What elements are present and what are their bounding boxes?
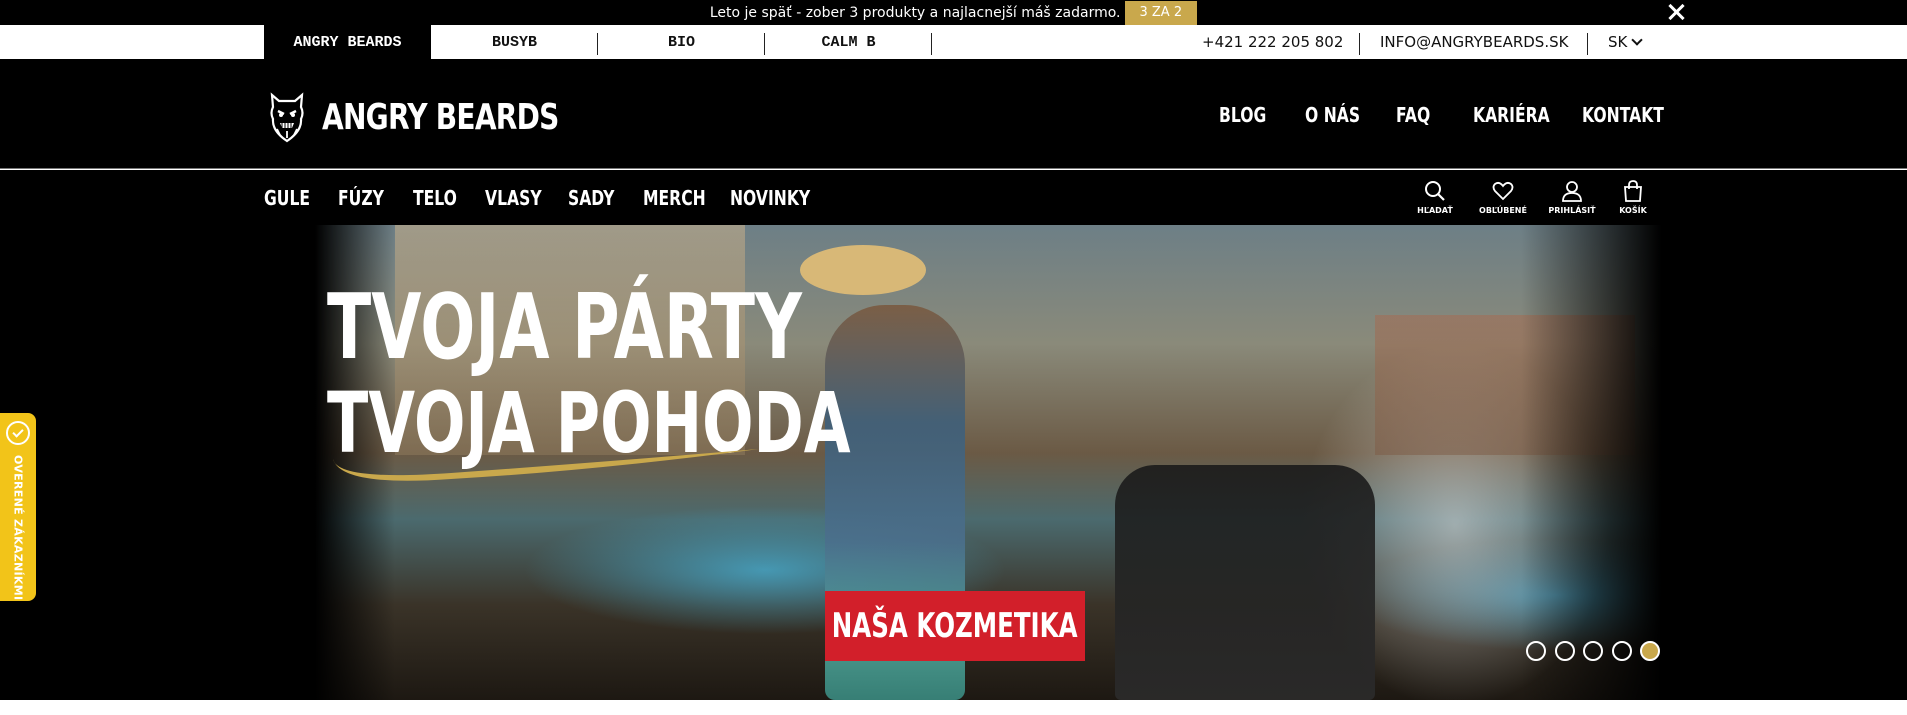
category-telo[interactable]: TELO bbox=[413, 186, 457, 210]
divider bbox=[1587, 33, 1588, 55]
search-icon bbox=[1425, 181, 1445, 201]
cart-label: KOŠÍK bbox=[1619, 206, 1647, 215]
gold-swoosh-decoration bbox=[333, 449, 759, 481]
brand-tab-calm-b[interactable]: CALM B bbox=[765, 25, 932, 59]
language-label: SK bbox=[1608, 33, 1628, 51]
heart-icon bbox=[1492, 181, 1514, 201]
divider bbox=[1359, 33, 1360, 55]
login-label: PRIHLÁSIŤ bbox=[1548, 206, 1596, 215]
favorites-label: OBĽÚBENÉ bbox=[1479, 206, 1527, 215]
logo-text: ANGRY BEARDS bbox=[322, 96, 559, 138]
angry-beard-logo-icon bbox=[270, 92, 304, 143]
brand-tab-angry-beards[interactable]: ANGRY BEARDS bbox=[264, 25, 431, 59]
search-label: HĽADAŤ bbox=[1417, 206, 1453, 215]
brand-tab-bio[interactable]: BIO bbox=[598, 25, 765, 59]
logo[interactable]: ANGRY BEARDS bbox=[268, 91, 625, 143]
category-merch[interactable]: MERCH bbox=[643, 186, 706, 210]
announcement-text: Leto je späť - zober 3 produkty a najlac… bbox=[709, 4, 1121, 21]
category-fuzy[interactable]: FÚZY bbox=[338, 186, 384, 210]
verified-label: OVERENÉ ZÁKAZNÍKMI bbox=[11, 455, 25, 601]
cart-button[interactable]: KOŠÍK bbox=[1605, 179, 1661, 215]
hero-cta-button[interactable]: NAŠA KOZMETIKA bbox=[825, 591, 1085, 661]
category-sady[interactable]: SADY bbox=[568, 186, 614, 210]
category-gule[interactable]: GULE bbox=[264, 186, 310, 210]
slider-dot-5[interactable] bbox=[1640, 641, 1660, 661]
email-link[interactable]: INFO@ANGRYBEARDS.SK bbox=[1380, 25, 1568, 59]
slider-dot-2[interactable] bbox=[1554, 641, 1575, 661]
hero-headline: TVOJA PÁRTY TVOJA POHODA bbox=[327, 275, 851, 466]
verified-check-icon bbox=[6, 421, 30, 445]
verified-customers-badge[interactable]: OVERENÉ ZÁKAZNÍKMI bbox=[0, 413, 36, 601]
hero-fade bbox=[1521, 225, 1661, 700]
category-nav: GULE FÚZY TELO VLASY SADY MERCH NOVINKY … bbox=[0, 170, 1907, 225]
slider-dots bbox=[1526, 641, 1661, 661]
hero-photo-grill bbox=[1115, 465, 1375, 700]
promo-badge[interactable]: 3 ZA 2 bbox=[1124, 0, 1198, 25]
user-icon bbox=[1562, 181, 1582, 202]
divider bbox=[931, 33, 932, 55]
slider-dot-3[interactable] bbox=[1583, 641, 1603, 661]
nav-faq[interactable]: FAQ bbox=[1396, 103, 1430, 127]
slider-dot-1[interactable] bbox=[1526, 641, 1546, 661]
language-selector[interactable]: SK bbox=[1608, 25, 1644, 59]
login-button[interactable]: PRIHLÁSIŤ bbox=[1544, 179, 1600, 215]
nav-o-nas[interactable]: O NÁS bbox=[1305, 103, 1360, 127]
nav-blog[interactable]: BLOG bbox=[1219, 103, 1266, 127]
category-novinky[interactable]: NOVINKY bbox=[730, 186, 810, 210]
category-vlasy[interactable]: VLASY bbox=[485, 186, 542, 210]
phone-link[interactable]: +421 222 205 802 bbox=[1202, 25, 1343, 59]
hero-cta-label: NAŠA KOZMETIKA bbox=[832, 606, 1078, 646]
close-icon[interactable] bbox=[1665, 1, 1687, 23]
hero-banner[interactable]: TVOJA PÁRTY TVOJA POHODA NAŠA KOZMETIKA bbox=[315, 225, 1661, 700]
main-header: ANGRY BEARDS BLOG O NÁS FAQ KARIÉRA KONT… bbox=[0, 59, 1907, 169]
hero-headline-line1: TVOJA PÁRTY bbox=[327, 275, 802, 380]
slider-dot-4[interactable] bbox=[1611, 641, 1632, 661]
brand-tab-busyb[interactable]: BUSYB bbox=[431, 25, 598, 59]
favorites-button[interactable]: OBĽÚBENÉ bbox=[1475, 179, 1531, 215]
chevron-down-icon bbox=[1631, 34, 1644, 46]
announcement-bar: Leto je späť - zober 3 produkty a najlac… bbox=[0, 0, 1907, 25]
bag-icon bbox=[1624, 180, 1642, 202]
nav-kariera[interactable]: KARIÉRA bbox=[1473, 103, 1550, 127]
search-button[interactable]: HĽADAŤ bbox=[1407, 179, 1463, 215]
nav-kontakt[interactable]: KONTAKT bbox=[1582, 103, 1664, 127]
brand-bar: ANGRY BEARDS BUSYB BIO CALM B +421 222 2… bbox=[0, 25, 1907, 59]
